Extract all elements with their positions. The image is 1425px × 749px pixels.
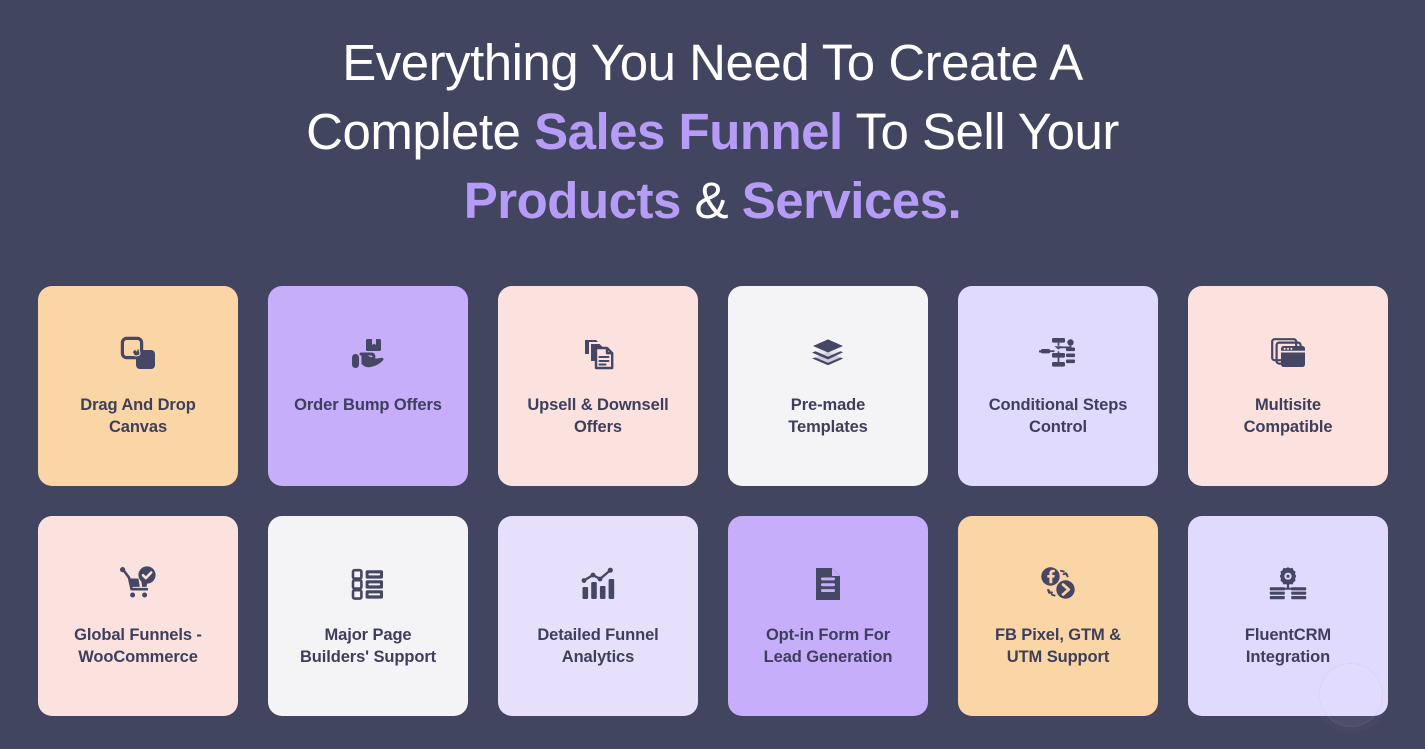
feature-card-label: Conditional Steps Control (988, 396, 1128, 436)
drag-and-drop-icon (116, 332, 160, 376)
heading-line-1: Everything You Need To Create A (342, 34, 1083, 91)
flowchart-icon (1036, 332, 1080, 376)
documents-stack-icon (576, 332, 620, 376)
gear-server-icon (1266, 562, 1310, 606)
feature-card-label: Global Funnels - WooCommerce (74, 626, 202, 666)
feature-card-label: Detailed Funnel Analytics (537, 626, 659, 666)
bar-chart-trend-icon (576, 562, 620, 606)
feature-card-grid: Drag And Drop Canvas Order Bump Offers U… (38, 286, 1388, 716)
feature-card[interactable]: Opt-in Form For Lead Generation (728, 516, 928, 716)
facebook-tag-manager-icon (1036, 562, 1080, 606)
feature-card[interactable]: Drag And Drop Canvas (38, 286, 238, 486)
heading-accent-services: Services. (741, 172, 962, 229)
hand-holding-box-icon (346, 332, 390, 376)
feature-card[interactable]: FB Pixel, GTM & UTM Support (958, 516, 1158, 716)
heading-line-2-pre: Complete (306, 103, 535, 160)
heading-line-2: Complete Sales Funnel To Sell Your (0, 97, 1425, 166)
feature-card-label: FB Pixel, GTM & UTM Support (995, 626, 1121, 666)
browser-windows-icon (1266, 332, 1310, 376)
feature-card[interactable]: Conditional Steps Control (958, 286, 1158, 486)
feature-card[interactable]: Detailed Funnel Analytics (498, 516, 698, 716)
feature-card-label: Multisite Compatible (1243, 396, 1333, 436)
feature-card-label: FluentCRM Integration (1244, 626, 1332, 666)
heading-line-3-mid: & (680, 172, 742, 229)
feature-card-label: Opt-in Form For Lead Generation (763, 626, 893, 666)
feature-card[interactable]: Global Funnels - WooCommerce (38, 516, 238, 716)
feature-card-label: Major Page Builders' Support (299, 626, 437, 666)
list-layout-icon (346, 562, 390, 606)
page-title: Everything You Need To Create A Complete… (0, 0, 1425, 235)
chat-launcher-bubble[interactable] (1319, 663, 1383, 727)
feature-card[interactable]: Major Page Builders' Support (268, 516, 468, 716)
feature-card[interactable]: Multisite Compatible (1188, 286, 1388, 486)
feature-card-label: Drag And Drop Canvas (80, 396, 196, 436)
feature-card-label: Upsell & Downsell Offers (527, 396, 669, 436)
form-document-icon (806, 562, 850, 606)
heading-line-3: Products & Services. (0, 166, 1425, 235)
feature-card-label: Pre-made Templates (788, 396, 868, 436)
heading-accent-products: Products (463, 172, 682, 229)
feature-card[interactable]: Upsell & Downsell Offers (498, 286, 698, 486)
feature-card[interactable]: Pre-made Templates (728, 286, 928, 486)
heading-line-2-post: To Sell Your (842, 103, 1119, 160)
cart-check-icon (116, 562, 160, 606)
feature-card[interactable]: Order Bump Offers (268, 286, 468, 486)
layers-icon (806, 332, 850, 376)
feature-card-label: Order Bump Offers (294, 396, 442, 414)
landing-features-section: Everything You Need To Create A Complete… (0, 0, 1425, 749)
heading-accent-sales-funnel: Sales Funnel (534, 103, 843, 160)
